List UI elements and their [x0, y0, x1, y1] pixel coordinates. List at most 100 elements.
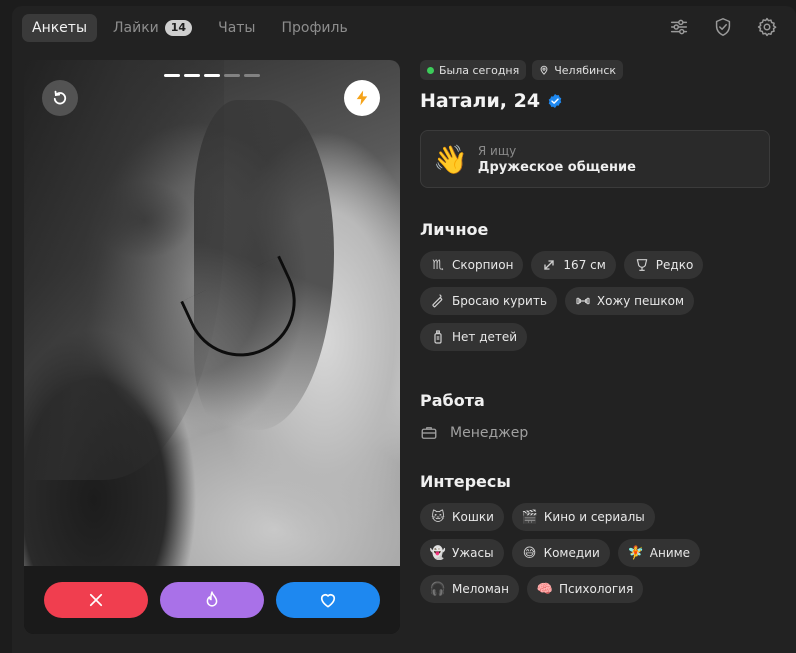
- tab-label: Чаты: [218, 20, 256, 36]
- tag-label: Аниме: [649, 546, 691, 560]
- top-toolbar: [668, 16, 778, 38]
- verified-icon: [548, 94, 562, 108]
- profile-name: Натали, 24: [420, 90, 541, 112]
- dumbbell-icon: [575, 293, 591, 309]
- tag-label: Меломан: [452, 582, 509, 596]
- dislike-button[interactable]: [44, 582, 148, 618]
- like-button[interactable]: [276, 582, 380, 618]
- interest-tag: 🧚 Аниме: [617, 539, 701, 567]
- interest-tags: 🐱 Кошки 🎬 Кино и сериалы 👻 Ужасы 😅 Комед…: [420, 503, 740, 603]
- section-title: Личное: [420, 220, 489, 239]
- location-badge: Челябинск: [532, 60, 624, 80]
- work-section: Работа Менеджер: [420, 391, 770, 442]
- boost-button[interactable]: [344, 80, 380, 116]
- tag-drinking: Редко: [623, 251, 704, 279]
- top-nav: Анкеты Лайки 14 Чаты Профиль: [22, 14, 358, 42]
- app-window: Анкеты Лайки 14 Чаты Профиль Была сегодн…: [12, 6, 796, 653]
- superlike-button[interactable]: [160, 582, 264, 618]
- tag-label: Хожу пешком: [596, 294, 685, 308]
- tag-zodiac: ♏ Скорпион: [420, 251, 524, 279]
- status-chips: Была сегодня Челябинск: [420, 60, 770, 80]
- close-icon: [89, 593, 103, 607]
- tab-label: Профиль: [281, 20, 348, 36]
- interest-tag: 🐱 Кошки: [420, 503, 504, 531]
- work-title: Менеджер: [450, 425, 529, 441]
- profile-card[interactable]: [24, 60, 400, 634]
- lightning-icon: [356, 90, 368, 106]
- photo-progress-segment[interactable]: [164, 74, 180, 77]
- card-actions: [24, 566, 400, 634]
- photo-progress-segment[interactable]: [224, 74, 240, 77]
- section-title: Интересы: [420, 472, 511, 491]
- location-pin-icon: [540, 65, 548, 75]
- tag-height: 167 см: [531, 251, 616, 279]
- looking-for-text: Я ищу Дружеское общение: [478, 144, 636, 175]
- personal-section: Личное ♏ Скорпион 167 см Редко Бросаю ку…: [420, 220, 770, 351]
- height-icon: [541, 257, 557, 273]
- tag-label: Нет детей: [452, 330, 518, 344]
- online-status-badge: Была сегодня: [420, 60, 527, 80]
- waving-hand-icon: 👋: [433, 142, 468, 176]
- location-text: Челябинск: [554, 63, 617, 77]
- online-dot-icon: [427, 66, 434, 74]
- tag-label: Кино и сериалы: [543, 510, 645, 524]
- flame-icon: [206, 591, 218, 607]
- tag-label: Ужасы: [452, 546, 494, 560]
- clapperboard-icon: 🎬: [521, 509, 538, 525]
- ghost-icon: 👻: [429, 545, 447, 561]
- tag-sport: Хожу пешком: [564, 287, 695, 315]
- scorpio-icon: ♏: [432, 257, 444, 273]
- tag-children: Нет детей: [420, 323, 528, 351]
- tab-chats[interactable]: Чаты: [208, 14, 265, 42]
- brain-icon: 🧠: [536, 581, 554, 597]
- fairy-icon: 🧚: [627, 545, 644, 561]
- tag-label: Кошки: [452, 510, 494, 524]
- laughing-face-icon: 😅: [522, 545, 537, 561]
- undo-icon: [53, 90, 67, 105]
- profile-info: Была сегодня Челябинск Натали, 24 👋 Я ищ…: [420, 60, 770, 603]
- looking-for-label: Я ищу: [477, 143, 517, 158]
- drink-icon: [634, 257, 650, 273]
- section-title: Работа: [420, 391, 485, 410]
- headphones-icon: 🎧: [429, 581, 447, 597]
- photo-progress-segment[interactable]: [184, 74, 200, 77]
- tag-label: Редко: [655, 258, 694, 272]
- tab-ankety[interactable]: Анкеты: [22, 14, 98, 42]
- profile-photo[interactable]: [24, 60, 400, 566]
- tab-label: Лайки: [113, 20, 159, 36]
- online-status-text: Была сегодня: [439, 63, 520, 77]
- interest-tag: 👻 Ужасы: [420, 539, 504, 567]
- photo-progress-segment[interactable]: [204, 74, 220, 77]
- tab-likes[interactable]: Лайки 14: [103, 14, 202, 42]
- cat-icon: 🐱: [431, 509, 445, 525]
- tag-smoking: Бросаю курить: [420, 287, 557, 315]
- interest-tag: 😅 Комедии: [511, 539, 610, 567]
- interest-tag: 🧠 Психология: [527, 575, 644, 603]
- baby-bottle-icon: [430, 329, 446, 345]
- likes-count-badge: 14: [164, 20, 193, 36]
- interest-tag: 🎬 Кино и сериалы: [511, 503, 655, 531]
- photo-progress-segment[interactable]: [244, 74, 260, 77]
- tab-label: Анкеты: [32, 20, 88, 36]
- tag-label: Психология: [559, 582, 634, 596]
- tag-label: Бросаю курить: [452, 294, 547, 308]
- tag-label: 167 см: [563, 258, 606, 272]
- tab-profile[interactable]: Профиль: [271, 14, 357, 42]
- interest-tag: 🎧 Меломан: [420, 575, 519, 603]
- gear-icon[interactable]: [756, 16, 778, 38]
- tag-label: Комедии: [543, 546, 600, 560]
- shield-check-icon[interactable]: [712, 16, 734, 38]
- photo-progress: [164, 74, 260, 77]
- looking-for-value: Дружеское общение: [477, 159, 636, 175]
- work-row: Менеджер: [420, 424, 770, 442]
- tag-label: Скорпион: [452, 258, 514, 272]
- personal-tags: ♏ Скорпион 167 см Редко Бросаю курить Хо…: [420, 251, 740, 351]
- heart-icon: [320, 593, 336, 608]
- name-row: Натали, 24: [420, 90, 770, 112]
- filters-icon[interactable]: [668, 16, 690, 38]
- looking-for-card: 👋 Я ищу Дружеское общение: [420, 130, 770, 188]
- smoking-icon: [430, 293, 446, 309]
- undo-button[interactable]: [42, 80, 78, 116]
- interests-section: Интересы 🐱 Кошки 🎬 Кино и сериалы 👻 Ужас…: [420, 472, 770, 603]
- briefcase-icon: [421, 427, 437, 439]
